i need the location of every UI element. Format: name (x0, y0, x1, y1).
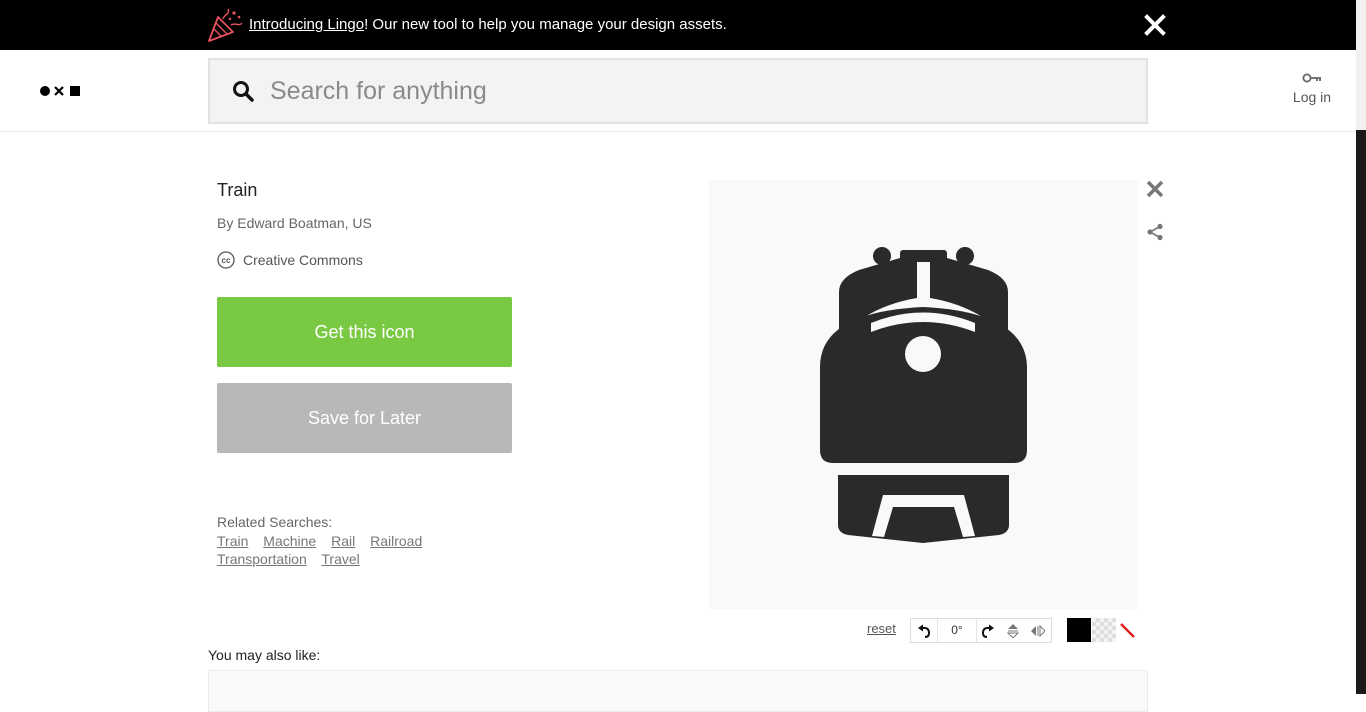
related-tag-railroad[interactable]: Railroad (370, 533, 422, 549)
color-swatch-none[interactable] (1116, 618, 1140, 642)
rotation-value[interactable]: 0° (937, 619, 977, 642)
announcement-bar: Introducing Lingo! Our new tool to help … (0, 0, 1356, 50)
creative-commons-icon: cc (217, 251, 235, 269)
reset-link[interactable]: reset (867, 621, 896, 636)
save-for-later-button[interactable]: Save for Later (217, 383, 512, 453)
color-swatch-transparent[interactable] (1092, 618, 1116, 642)
close-icon[interactable] (1145, 179, 1165, 199)
icon-preview (709, 180, 1138, 609)
rotate-left-button[interactable] (911, 619, 937, 642)
search-icon[interactable] (232, 80, 254, 102)
site-header: Log in (0, 50, 1356, 132)
noun-project-logo[interactable] (38, 84, 82, 98)
flip-vertical-button[interactable] (1001, 619, 1025, 642)
also-like-grid (208, 670, 1148, 712)
announcement-message: ! Our new tool to help you manage your d… (364, 16, 727, 33)
related-tag-rail[interactable]: Rail (331, 533, 355, 549)
icon-author[interactable]: By Edward Boatman, US (217, 215, 372, 231)
search-bar[interactable] (208, 58, 1148, 124)
related-tags: Train Machine Rail Railroad Transportati… (217, 532, 447, 568)
share-icon[interactable] (1146, 223, 1164, 241)
rotate-right-button[interactable] (975, 619, 1001, 642)
related-tag-transportation[interactable]: Transportation (217, 551, 307, 567)
rotate-left-icon (918, 624, 931, 638)
party-popper-icon (208, 8, 243, 42)
also-like-heading: You may also like: (208, 647, 321, 663)
flip-vertical-icon (1007, 623, 1019, 638)
icon-title: Train (217, 180, 258, 200)
related-searches: Related Searches: Train Machine Rail Rai… (217, 514, 447, 568)
search-input[interactable] (268, 70, 1132, 112)
related-tag-machine[interactable]: Machine (263, 533, 316, 549)
license-label: Creative Commons (243, 252, 363, 268)
get-icon-button[interactable]: Get this icon (217, 297, 512, 367)
close-icon[interactable] (1144, 14, 1166, 36)
related-tag-travel[interactable]: Travel (321, 551, 359, 567)
flip-horizontal-icon (1031, 624, 1045, 637)
scrollbar-thumb[interactable] (1356, 130, 1366, 694)
related-searches-heading: Related Searches: (217, 514, 333, 530)
announcement-text: Introducing Lingo! Our new tool to help … (249, 16, 727, 33)
rotate-right-icon (981, 624, 994, 638)
related-tag-train[interactable]: Train (217, 533, 248, 549)
lingo-link[interactable]: Introducing Lingo (249, 16, 364, 33)
key-icon (1302, 73, 1321, 83)
svg-text:cc: cc (222, 256, 231, 265)
color-swatch-black[interactable] (1067, 618, 1091, 642)
login-button[interactable]: Log in (1288, 72, 1336, 112)
no-color-icon (1120, 623, 1135, 638)
transform-toolbar: 0° (910, 618, 1052, 643)
train-icon (820, 247, 1027, 543)
login-label: Log in (1292, 89, 1332, 105)
flip-horizontal-button[interactable] (1025, 619, 1051, 642)
